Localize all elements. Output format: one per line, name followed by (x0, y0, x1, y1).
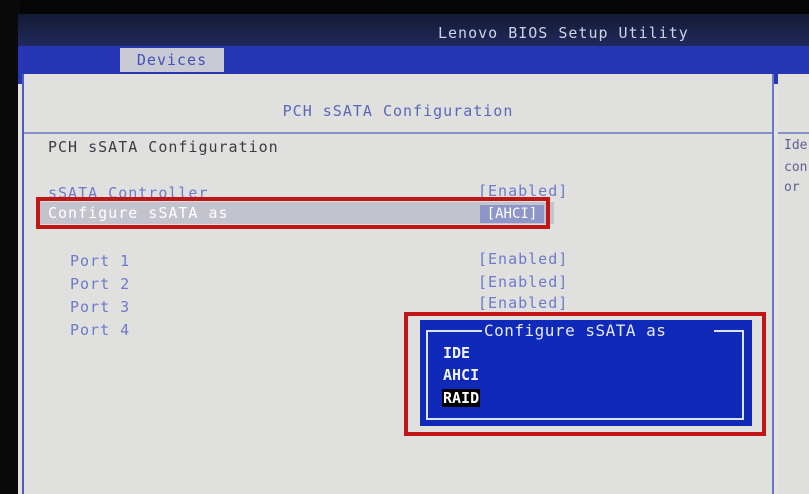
monitor-bezel-left (0, 0, 20, 494)
help-text-line: Ide (784, 138, 808, 153)
port-label[interactable]: Port 4 (70, 321, 130, 339)
title-bar: Lenovo BIOS Setup Utility (18, 14, 809, 46)
port-label[interactable]: Port 2 (70, 275, 130, 293)
help-text-line: or (784, 180, 800, 195)
help-text-line: con (784, 160, 808, 175)
tab-devices[interactable]: Devices (120, 48, 224, 72)
title-divider (24, 132, 772, 134)
port-value[interactable]: [Enabled] (478, 273, 568, 291)
port-label[interactable]: Port 1 (70, 252, 130, 270)
port-value[interactable]: [Enabled] (478, 294, 568, 312)
annotation-highlight-setting (36, 197, 550, 229)
annotation-highlight-popup (404, 312, 766, 436)
port-value[interactable]: [Enabled] (478, 250, 568, 268)
bios-screen: Lenovo BIOS Setup Utility Devices PCH sS… (18, 14, 809, 494)
page-title: PCH sSATA Configuration (282, 102, 514, 120)
section-heading: PCH sSATA Configuration (48, 138, 279, 156)
help-divider (778, 132, 809, 134)
window-title: Lenovo BIOS Setup Utility (438, 24, 689, 42)
port-label[interactable]: Port 3 (70, 298, 130, 316)
help-panel: Ide con or (778, 74, 809, 494)
